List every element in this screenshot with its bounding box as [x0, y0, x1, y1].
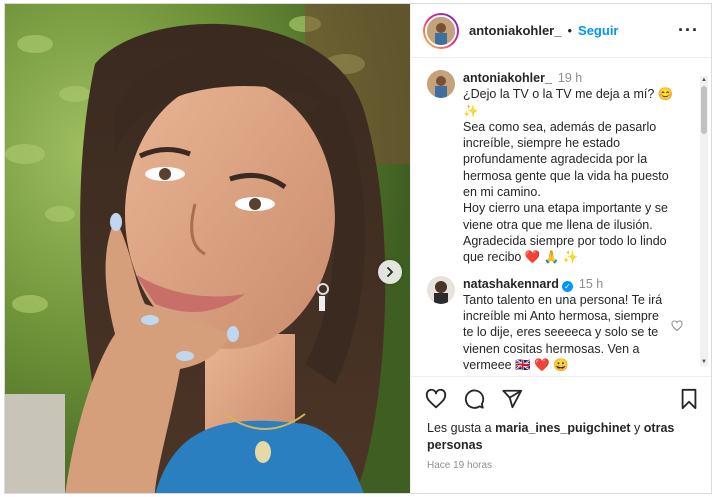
caption-username[interactable]: antoniakohler_ — [463, 71, 552, 85]
next-photo-button[interactable] — [378, 260, 402, 284]
caption-avatar[interactable] — [427, 70, 455, 98]
comment-item: natashakennard ✓ 15 h Tanto talento en una… — [427, 275, 687, 374]
scroll-up-arrow-icon[interactable]: ▲ — [700, 76, 708, 84]
comment-button[interactable] — [463, 388, 485, 410]
bookmark-icon — [681, 388, 697, 409]
post-photo[interactable] — [5, 4, 410, 493]
chevron-right-icon — [387, 267, 394, 277]
author-avatar-ring[interactable] — [423, 12, 459, 49]
scroll-down-arrow-icon[interactable]: ▼ — [700, 358, 708, 366]
post-side-panel: antoniakohler_ • Seguir ··· antoniakohle… — [410, 4, 711, 493]
comment-text: Tanto talento en una persona! Te irá inc… — [463, 292, 663, 373]
comments-section[interactable]: antoniakohler_ 19 h ¿Dejo la TV o la TV m… — [411, 58, 711, 376]
likes-middle: y — [630, 421, 644, 435]
heart-outline-icon — [425, 388, 447, 408]
likes-prefix: Les gusta a — [427, 421, 496, 435]
caption: antoniakohler_ 19 h ¿Dejo la TV o la TV m… — [427, 70, 687, 266]
portrait-photo — [5, 4, 410, 493]
liker-username[interactable]: maria_ines_puigchinet — [495, 421, 630, 435]
author-avatar — [425, 14, 457, 47]
scroll-thumb[interactable] — [701, 86, 707, 134]
share-button[interactable] — [501, 388, 523, 410]
like-button[interactable] — [425, 388, 447, 410]
post-dialog: antoniakohler_ • Seguir ··· antoniakohle… — [4, 3, 712, 494]
commenter-username[interactable]: natashakennard — [463, 277, 559, 291]
save-button[interactable] — [679, 388, 699, 410]
comment-time[interactable]: 15 h — [579, 277, 603, 291]
header-separator: • — [567, 23, 573, 38]
post-date[interactable]: Hace 19 horas — [411, 454, 711, 471]
caption-time[interactable]: 19 h — [558, 71, 582, 85]
post-header: antoniakohler_ • Seguir ··· — [411, 4, 711, 58]
paper-plane-icon — [502, 389, 523, 408]
likes-summary: Les gusta a maria_ines_puigchinet y otra… — [411, 420, 711, 454]
follow-button[interactable]: Seguir — [578, 23, 618, 38]
comments-scrollbar[interactable]: ▲ ▼ — [700, 76, 708, 366]
author-username[interactable]: antoniakohler_ — [469, 23, 561, 38]
action-bar — [411, 376, 711, 420]
comment-bubble-icon — [464, 389, 485, 409]
commenter-avatar[interactable] — [427, 275, 455, 304]
more-options-button[interactable]: ··· — [678, 20, 699, 41]
comment-like-icon[interactable] — [671, 320, 683, 332]
caption-text: ¿Dejo la TV o la TV me deja a mí? 😊 ✨ Se… — [463, 87, 674, 265]
verified-badge-icon: ✓ — [561, 280, 573, 292]
